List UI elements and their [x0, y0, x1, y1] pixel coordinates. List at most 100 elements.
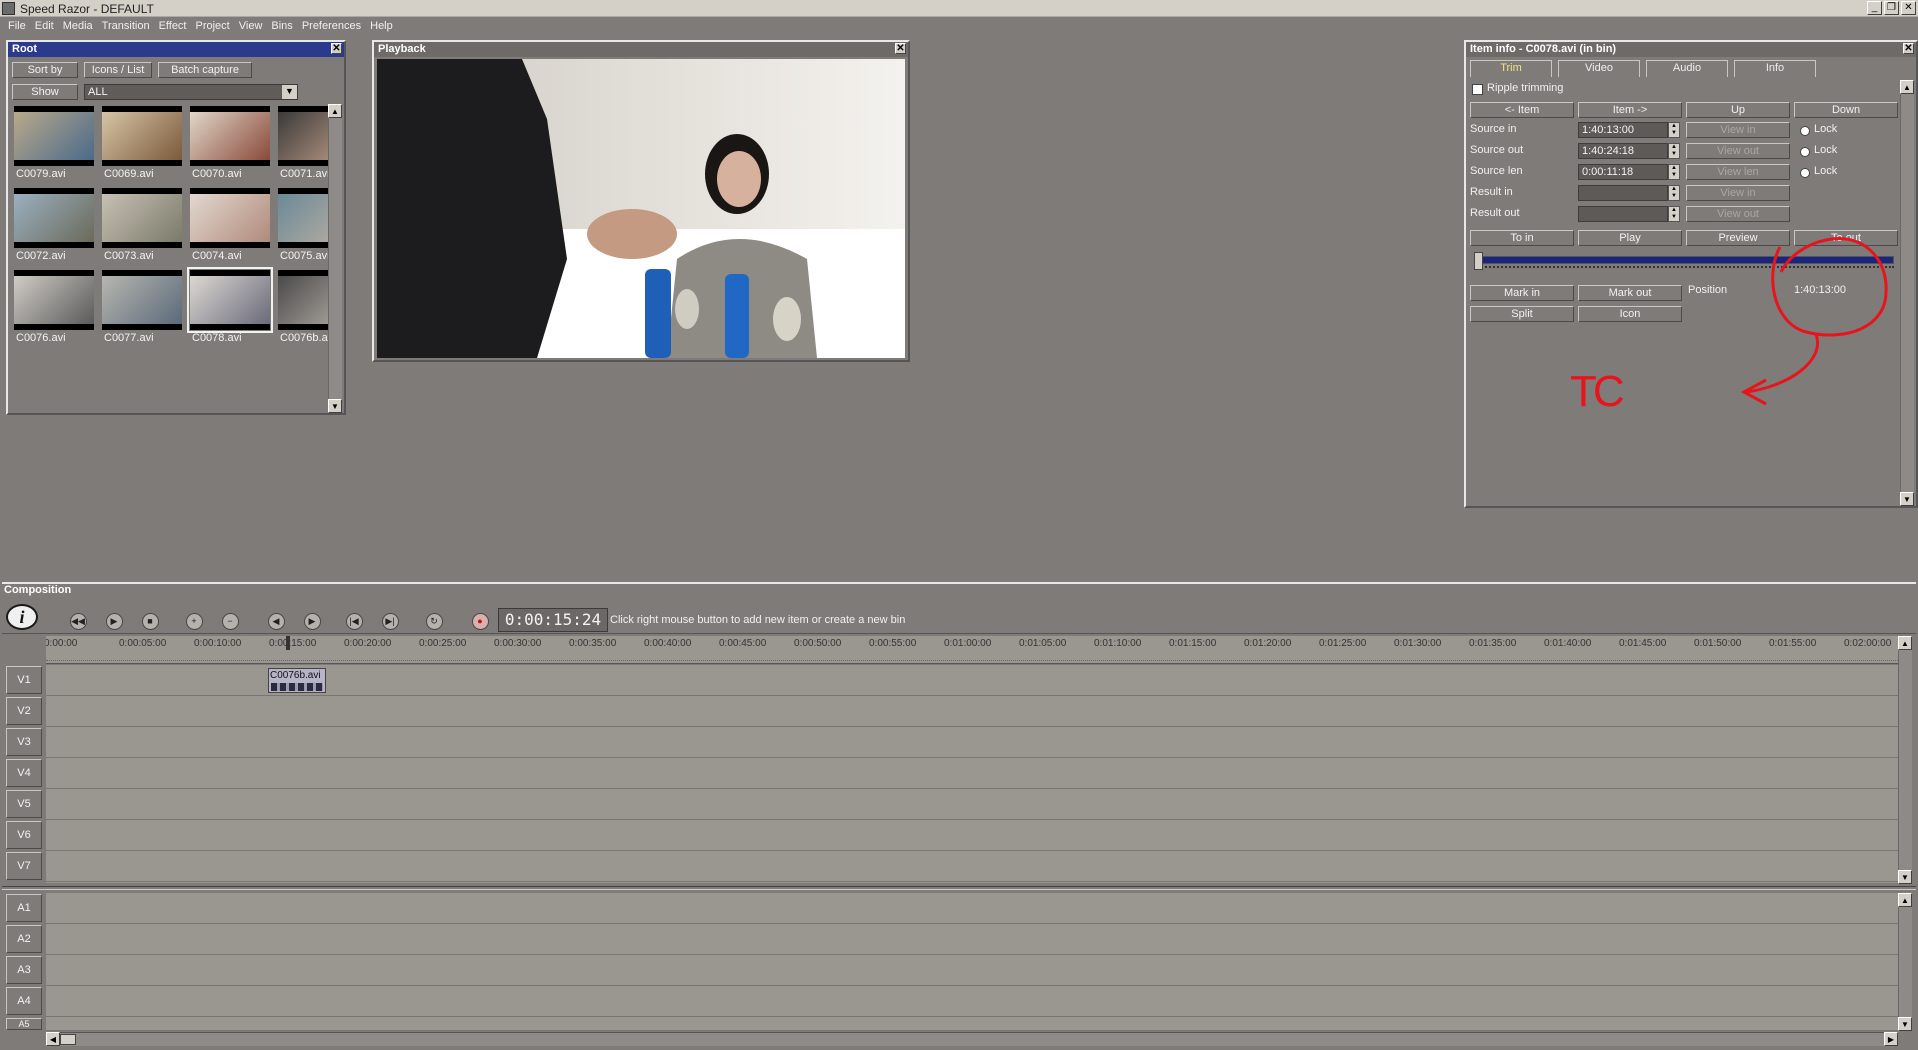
go-start-icon[interactable]: |◀: [342, 610, 366, 632]
ripple-trimming-checkbox[interactable]: [1472, 84, 1483, 95]
track-header-v2[interactable]: V2: [6, 697, 42, 725]
view-out-button[interactable]: View out: [1686, 143, 1790, 159]
result-in-field[interactable]: [1578, 185, 1668, 201]
result-out-field[interactable]: [1578, 206, 1668, 222]
zoom-in-icon[interactable]: +: [182, 610, 206, 632]
play-button[interactable]: Play: [1578, 230, 1682, 246]
root-scrollbar[interactable]: ▲ ▼: [328, 104, 342, 413]
track-header-a4[interactable]: A4: [6, 987, 42, 1015]
scroll-right-icon[interactable]: ▶: [1884, 1032, 1898, 1046]
slider-handle[interactable]: [1474, 252, 1483, 270]
menu-view[interactable]: View: [235, 17, 268, 36]
loop-icon[interactable]: ↻: [422, 610, 446, 632]
video-track-lane[interactable]: [46, 727, 1898, 758]
audio-track-lane[interactable]: [46, 955, 1898, 986]
trim-slider[interactable]: [1474, 252, 1898, 270]
clip-label[interactable]: C0071.avi: [280, 168, 330, 180]
menu-bins[interactable]: Bins: [267, 17, 297, 36]
track-header-v5[interactable]: V5: [6, 790, 42, 818]
clip-c0076b-thumbnail[interactable]: [278, 270, 330, 330]
video-frame[interactable]: [377, 59, 905, 358]
record-icon[interactable]: ●: [468, 610, 492, 632]
clip-label[interactable]: C0075.avi: [280, 250, 330, 262]
video-tracks-scrollbar[interactable]: ▲ ▼: [1898, 636, 1912, 884]
batch-capture-button[interactable]: Batch capture: [158, 62, 252, 78]
restore-button[interactable]: ❐: [1884, 1, 1899, 15]
video-track-lane[interactable]: [46, 789, 1898, 820]
info-icon[interactable]: i: [6, 604, 38, 630]
clip-c0072-thumbnail[interactable]: [14, 188, 94, 248]
clip-label[interactable]: C0078.avi: [192, 332, 242, 344]
track-header-a3[interactable]: A3: [6, 956, 42, 984]
next-item-button[interactable]: Item ->: [1578, 102, 1682, 118]
close-icon[interactable]: ✕: [895, 43, 906, 54]
audio-track-lane[interactable]: [46, 1017, 1898, 1031]
audio-track-lane[interactable]: [46, 893, 1898, 924]
clip-c0077-thumbnail[interactable]: [102, 270, 182, 330]
minimize-button[interactable]: _: [1867, 1, 1882, 15]
go-end-icon[interactable]: ▶|: [378, 610, 402, 632]
stop-icon[interactable]: ■: [138, 610, 162, 632]
up-button[interactable]: Up: [1686, 102, 1790, 118]
menu-edit[interactable]: Edit: [31, 17, 59, 36]
clip-label[interactable]: C0076.avi: [16, 332, 66, 344]
rewind-icon[interactable]: ◀◀: [66, 610, 90, 632]
tab-info[interactable]: Info: [1734, 60, 1816, 77]
menu-media[interactable]: Media: [59, 17, 98, 36]
lock-source-len-radio[interactable]: [1800, 168, 1810, 178]
item-info-scrollbar[interactable]: ▲ ▼: [1900, 80, 1914, 506]
tab-audio[interactable]: Audio: [1646, 60, 1728, 77]
clip-label[interactable]: C0077.avi: [104, 332, 154, 344]
menu-preferences[interactable]: Preferences: [298, 17, 366, 36]
scroll-up-icon[interactable]: ▲: [1898, 636, 1912, 650]
scroll-down-icon[interactable]: ▼: [1898, 870, 1912, 884]
preview-button[interactable]: Preview: [1686, 230, 1790, 246]
clip-label[interactable]: C0073.avi: [104, 250, 154, 262]
scroll-down-icon[interactable]: ▼: [1898, 1017, 1912, 1031]
clip-c0075-thumbnail[interactable]: [278, 188, 330, 248]
menu-effect[interactable]: Effect: [155, 17, 192, 36]
video-track-lane[interactable]: [46, 696, 1898, 727]
scroll-up-icon[interactable]: ▲: [328, 104, 342, 118]
clip-c0076-thumbnail[interactable]: [14, 270, 94, 330]
to-out-button[interactable]: To out: [1794, 230, 1898, 246]
track-header-a1[interactable]: A1: [6, 894, 42, 922]
result-out-stepper[interactable]: ▲ ▼: [1668, 206, 1680, 222]
lock-source-out-radio[interactable]: [1800, 147, 1810, 157]
down-button[interactable]: Down: [1794, 102, 1898, 118]
clip-label[interactable]: C0072.avi: [16, 250, 66, 262]
chevron-down-icon[interactable]: ▼: [282, 85, 297, 99]
mark-in-button[interactable]: Mark in: [1470, 285, 1574, 301]
video-track-lane[interactable]: [46, 851, 1898, 882]
menu-file[interactable]: File: [4, 17, 31, 36]
close-icon[interactable]: ✕: [1903, 43, 1914, 54]
track-header-v7[interactable]: V7: [6, 852, 42, 880]
view-result-in-button[interactable]: View in: [1686, 185, 1790, 201]
track-header-v3[interactable]: V3: [6, 728, 42, 756]
clip-c0069-thumbnail[interactable]: [102, 106, 182, 166]
timeline-ruler[interactable]: 0:00:00 0:00:05:00 0:00:10:00 0:00:15:00 0:0…: [46, 636, 1898, 664]
scroll-down-icon[interactable]: ▼: [1900, 492, 1914, 506]
view-in-button[interactable]: View in: [1686, 122, 1790, 138]
menu-project[interactable]: Project: [192, 17, 235, 36]
clip-label[interactable]: C0079.avi: [16, 168, 66, 180]
clip-label[interactable]: C0069.avi: [104, 168, 154, 180]
view-len-button[interactable]: View len: [1686, 164, 1790, 180]
playhead-marker[interactable]: [286, 636, 290, 650]
icons-list-button[interactable]: Icons / List: [84, 62, 152, 78]
tab-trim[interactable]: Trim: [1470, 60, 1552, 77]
source-len-field[interactable]: 0:00:11:18: [1578, 164, 1668, 180]
track-header-v1[interactable]: V1: [6, 666, 42, 694]
filter-select[interactable]: ALL ▼: [84, 84, 298, 100]
clip-c0078-thumbnail[interactable]: [187, 267, 273, 333]
video-track-area[interactable]: C0076b.avi: [46, 665, 1898, 883]
menu-help[interactable]: Help: [366, 17, 398, 36]
lock-source-in-radio[interactable]: [1800, 126, 1810, 136]
scroll-down-icon[interactable]: ▼: [328, 399, 342, 413]
clip-c0073-thumbnail[interactable]: [102, 188, 182, 248]
track-header-a2[interactable]: A2: [6, 925, 42, 953]
scroll-up-icon[interactable]: ▲: [1898, 893, 1912, 907]
audio-track-area[interactable]: [46, 893, 1898, 1031]
scroll-up-icon[interactable]: ▲: [1900, 80, 1914, 94]
audio-track-lane[interactable]: [46, 924, 1898, 955]
